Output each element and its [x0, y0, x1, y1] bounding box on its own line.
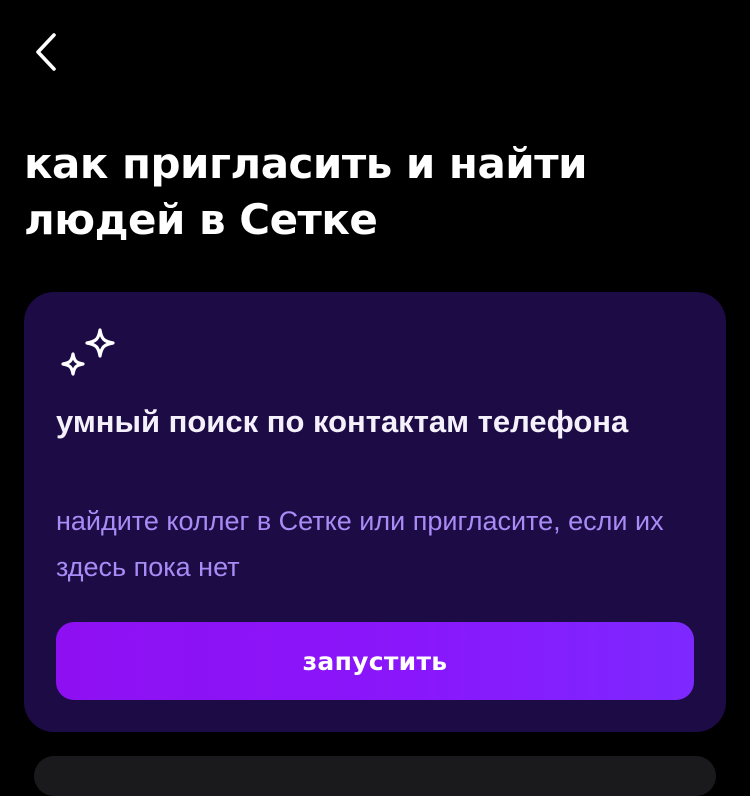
back-button[interactable]	[26, 28, 66, 76]
chevron-left-icon	[36, 33, 56, 71]
sparkles-icon	[61, 328, 115, 376]
launch-button[interactable]: запустить	[56, 622, 694, 700]
page-title: как пригласить и найти людей в Сетке	[24, 139, 588, 244]
smart-contact-search-card: умный поиск по контактам телефона найдит…	[24, 292, 726, 732]
next-card[interactable]	[34, 756, 716, 796]
card-title: умный поиск по контактам телефона	[56, 404, 629, 439]
card-description: найдите коллег в Сетке или пригласите, е…	[56, 506, 664, 582]
